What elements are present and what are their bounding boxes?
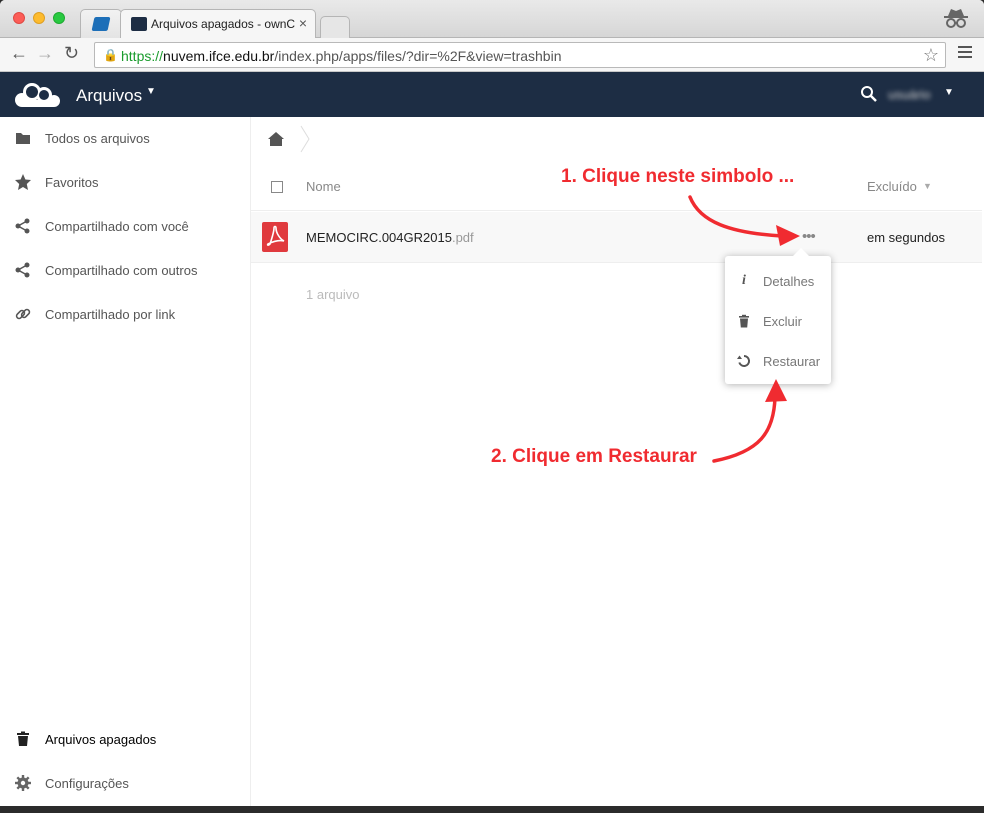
share-icon (15, 218, 30, 234)
owncloud-logo-icon[interactable] (12, 80, 64, 110)
column-header-name[interactable]: Nome (306, 179, 341, 194)
folder-icon (16, 133, 30, 144)
browser-menu-icon[interactable] (958, 46, 972, 60)
sidebar-item-label: Configurações (45, 776, 129, 791)
sort-caret-icon[interactable]: ▼ (923, 181, 932, 191)
site-favicon-icon (91, 17, 111, 31)
sidebar-item-label: Favoritos (45, 175, 99, 190)
url-text[interactable]: https://nuvem.ifce.edu.br/index.php/apps… (121, 48, 562, 64)
tab-strip: Arquivos apagados - ownC × (0, 0, 984, 38)
forward-arrow-icon[interactable]: → (36, 43, 54, 64)
trash-icon (739, 314, 749, 328)
sidebar-item-label: Compartilhado com você (45, 219, 189, 234)
home-icon[interactable] (267, 131, 285, 147)
address-bar[interactable]: 🔒 https://nuvem.ifce.edu.br/index.php/ap… (94, 42, 946, 68)
sidebar-item-deleted-files[interactable]: Arquivos apagados (0, 718, 250, 762)
trash-icon (17, 731, 29, 746)
back-arrow-icon[interactable]: ← (10, 43, 28, 64)
menu-item-label: Detalhes (763, 274, 815, 289)
menu-item-label: Restaurar (763, 354, 821, 369)
tab-title: Arquivos apagados - ownC (151, 17, 296, 31)
file-actions-popover: i Detalhes Excluir Restaurar (725, 248, 831, 384)
minimize-window-button[interactable] (33, 12, 45, 24)
share-icon (15, 262, 30, 278)
sidebar-item-all-files[interactable]: Todos os arquivos (0, 117, 250, 161)
browser-toolbar: ← → ↻ 🔒 https://nuvem.ifce.edu.br/index.… (0, 38, 984, 72)
sidebar-item-label: Todos os arquivos (45, 131, 150, 146)
file-count-summary: 1 arquivo (306, 287, 360, 302)
menu-item-label: Excluir (763, 314, 803, 329)
gear-icon (15, 775, 31, 791)
search-icon[interactable] (860, 85, 878, 103)
caret-down-icon[interactable]: ▼ (944, 87, 954, 98)
info-icon: i (742, 273, 746, 288)
annotation-step-2: 2. Clique em Restaurar (491, 446, 697, 467)
sidebar-item-label: Compartilhado por link (45, 307, 176, 322)
bookmark-star-icon[interactable]: ☆ (923, 45, 939, 66)
deleted-time: em segundos (867, 230, 946, 245)
star-icon (15, 174, 31, 190)
sidebar-item-shared-with-you[interactable]: Compartilhado com você (0, 205, 250, 249)
lock-icon: 🔒 (103, 48, 118, 62)
file-name[interactable]: MEMOCIRC.004GR2015.pdf (306, 230, 474, 245)
app-menu-title[interactable]: Arquivos (76, 86, 142, 106)
restore-icon (737, 354, 751, 367)
user-menu[interactable]: usuário (888, 87, 931, 102)
sidebar: Todos os arquivos Favoritos Compartilhad… (0, 117, 251, 806)
sidebar-item-settings[interactable]: Configurações (0, 762, 250, 806)
breadcrumb-separator (300, 125, 310, 153)
sidebar-item-favorites[interactable]: Favoritos (0, 161, 250, 205)
table-row[interactable]: MEMOCIRC.004GR2015.pdf ••• em segundos (251, 212, 982, 263)
browser-window: Arquivos apagados - ownC × ← → ↻ 🔒 https… (0, 0, 984, 806)
menu-item-details[interactable]: i Detalhes (725, 261, 831, 301)
link-icon (15, 308, 31, 320)
tab-arquivos-apagados[interactable]: Arquivos apagados - ownC × (120, 9, 316, 38)
caret-down-icon[interactable]: ▼ (146, 86, 156, 97)
sidebar-item-shared-with-others[interactable]: Compartilhado com outros (0, 249, 250, 293)
sidebar-item-shared-by-link[interactable]: Compartilhado por link (0, 293, 250, 337)
tab-1[interactable] (80, 9, 122, 38)
menu-item-restore[interactable]: Restaurar (725, 341, 831, 381)
incognito-icon (944, 9, 968, 28)
tab-close-icon[interactable]: × (299, 15, 307, 31)
reload-icon[interactable]: ↻ (64, 43, 79, 64)
sidebar-item-label: Compartilhado com outros (45, 263, 198, 278)
app-header: Arquivos ▼ usuário ▼ (0, 72, 984, 117)
more-actions-button[interactable]: ••• (802, 228, 816, 245)
pdf-file-icon (262, 222, 288, 252)
owncloud-favicon-icon (131, 17, 147, 31)
menu-item-delete[interactable]: Excluir (725, 301, 831, 341)
close-window-button[interactable] (13, 12, 25, 24)
column-header-deleted[interactable]: Excluído (867, 179, 917, 194)
select-all-checkbox[interactable] (271, 181, 283, 193)
new-tab-button[interactable] (320, 16, 350, 38)
annotation-step-1: 1. Clique neste simbolo ... (561, 166, 795, 187)
sidebar-item-label: Arquivos apagados (45, 732, 157, 747)
maximize-window-button[interactable] (53, 12, 65, 24)
